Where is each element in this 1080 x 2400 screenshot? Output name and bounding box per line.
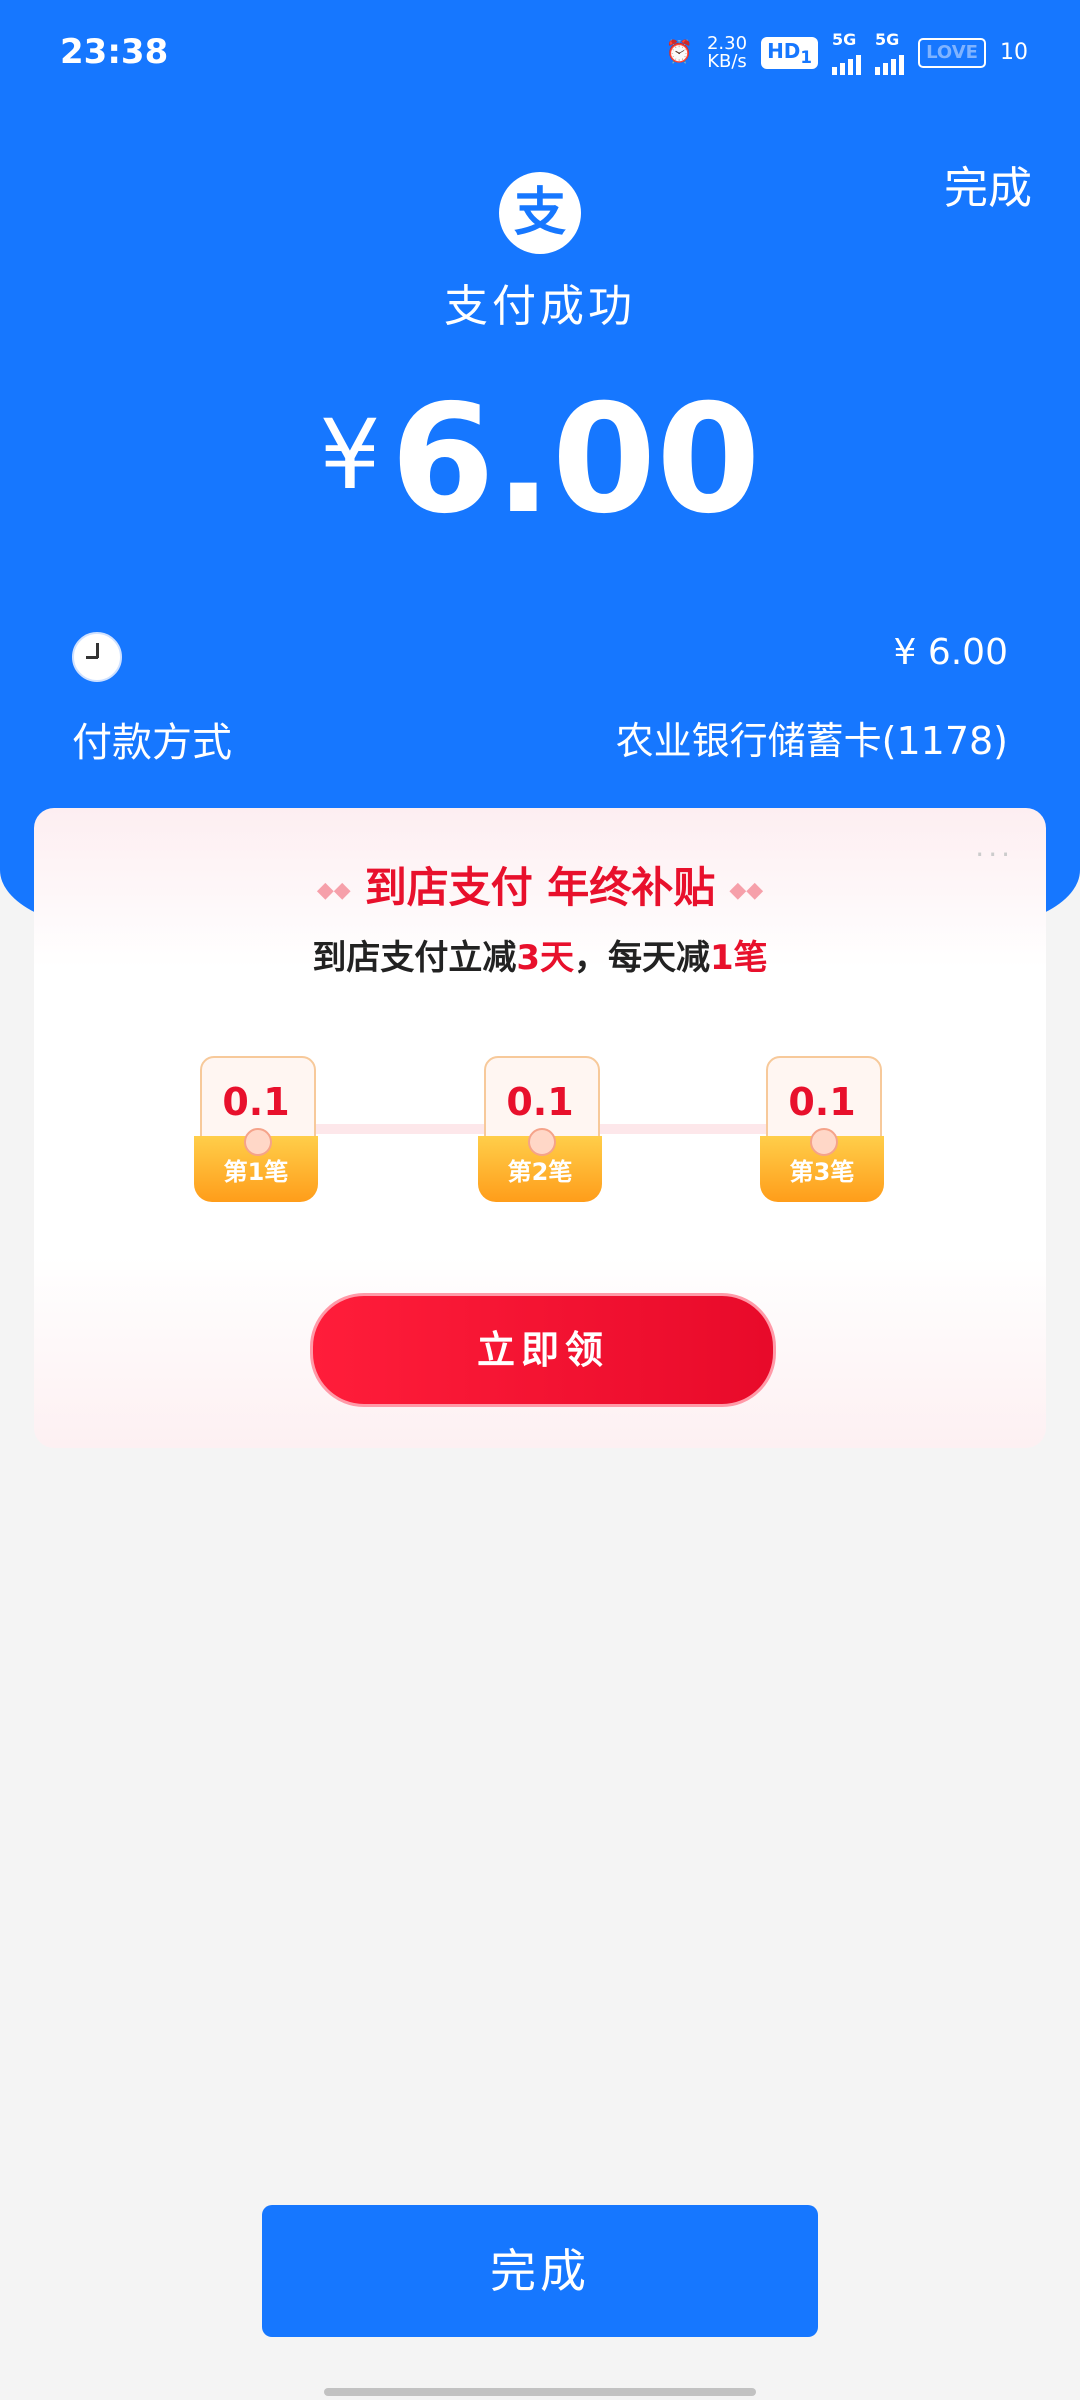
coupon-label: 第1笔: [223, 1158, 289, 1186]
coupon-label: 第3笔: [789, 1158, 855, 1186]
clock-icon: [72, 632, 122, 682]
detail-amount: ¥ 6.00: [893, 632, 1008, 673]
done-link-top[interactable]: 完成: [944, 152, 1032, 216]
amount-value: 6.00: [390, 373, 761, 547]
home-indicator[interactable]: [324, 2388, 756, 2396]
claim-now-button[interactable]: 立即领: [310, 1293, 776, 1407]
payment-method-value: 农业银行储蓄卡(1178): [615, 719, 1008, 763]
alarm-icon: ⏰: [665, 40, 693, 65]
battery-icon: LOVE: [918, 37, 986, 68]
coupon-value: 0.1: [788, 1080, 856, 1124]
payment-amount: ¥6.00: [0, 380, 1080, 540]
currency-symbol: ¥: [319, 399, 381, 511]
promo-card: ··· ◆◆ 到店支付 年终补贴 ◆◆ 到店支付立减3天，每天减1笔 0.1 第1笔…: [34, 808, 1046, 1448]
signal-icon-2: 5G: [875, 30, 904, 75]
coupon-3: 0.1 第3笔: [760, 1056, 884, 1206]
hd-icon: HD1: [761, 36, 818, 69]
promo-title: ◆◆ 到店支付 年终补贴 ◆◆: [316, 863, 764, 912]
done-button[interactable]: 完成: [262, 2205, 818, 2337]
battery-level: 10: [1000, 40, 1028, 65]
payment-success-title: 支付成功: [444, 281, 636, 332]
status-icons: ⏰ 2.30 KB/s HD1 5G 5G LOVE 10: [666, 30, 1028, 75]
diamond-deco-icon: ◆◆: [316, 878, 351, 903]
promo-subtitle: 到店支付立减3天，每天减1笔: [312, 938, 768, 978]
status-time: 23:38: [60, 32, 169, 72]
coupon-value: 0.1: [506, 1080, 574, 1124]
status-bar: 23:38 ⏰ 2.30 KB/s HD1 5G 5G LOVE 10: [0, 0, 1080, 110]
coupon-2: 0.1 第2笔: [478, 1056, 602, 1206]
signal-icon-1: 5G: [832, 30, 861, 75]
payment-method-label: 付款方式: [72, 720, 232, 766]
alipay-logo-icon: 支: [499, 172, 581, 254]
net-speed: 2.30 KB/s: [706, 32, 748, 72]
diamond-deco-icon: ◆◆: [729, 878, 764, 903]
coupon-1: 0.1 第1笔: [194, 1056, 318, 1206]
coupon-label: 第2笔: [507, 1158, 573, 1186]
coupon-value: 0.1: [222, 1080, 290, 1124]
